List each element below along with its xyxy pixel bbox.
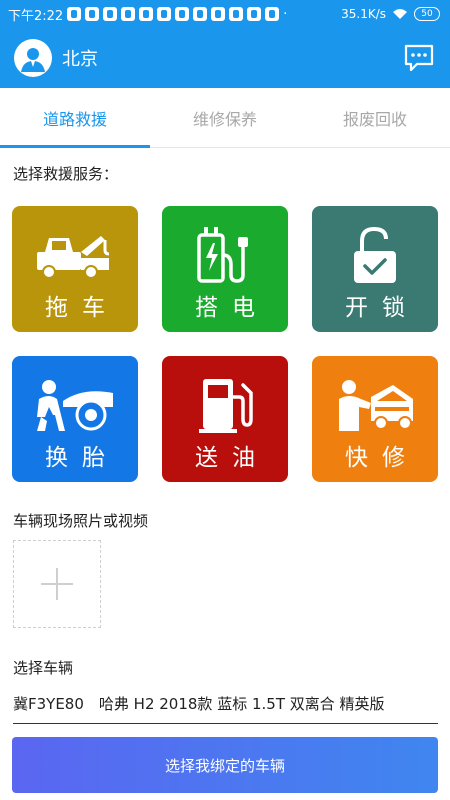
service-label: 拖车 (45, 295, 119, 321)
tiktok-icon (157, 7, 172, 21)
location-selector[interactable]: 北京 (14, 39, 98, 77)
unlock-icon (312, 222, 438, 288)
service-tow-button[interactable]: 拖车 (12, 206, 138, 332)
service-quick-repair-button[interactable]: 快修 (312, 356, 438, 482)
vehicle-title: 选择车辆 (13, 659, 74, 677)
wifi-icon (393, 9, 407, 19)
tab-road-rescue[interactable]: 道路救援 (0, 88, 150, 148)
service-label: 开锁 (345, 295, 419, 321)
tiktok-icon (67, 7, 82, 21)
service-tire-button[interactable]: 换胎 (12, 356, 138, 482)
tiktok-icon (229, 7, 244, 21)
tiktok-icon (211, 7, 226, 21)
dots-icon: · (283, 6, 288, 22)
tire-change-icon (12, 372, 138, 438)
mi-icon (139, 7, 154, 21)
pocket-icon (175, 7, 190, 21)
battery-indicator: 50 (414, 7, 440, 21)
status-time: 下午2:22 (8, 8, 64, 24)
tiktok-icon (193, 7, 208, 21)
service-label: 送油 (195, 445, 269, 471)
browser-icon (247, 7, 262, 21)
app-bar: 北京 (0, 28, 450, 88)
tab-maintenance[interactable]: 维修保养 (150, 88, 300, 147)
upload-media-button[interactable] (13, 540, 101, 628)
tab-scrap-recycle[interactable]: 报废回收 (300, 88, 450, 147)
city-label: 北京 (62, 49, 98, 70)
services-title: 选择救援服务： (13, 165, 119, 183)
mechanic-icon (312, 372, 438, 438)
category-tabs: 道路救援 维修保养 报废回收 (0, 88, 450, 148)
tiktok-icon (85, 7, 100, 21)
service-label: 快修 (345, 445, 419, 471)
status-bar: 下午2:22 · 35.1K/s 50 (0, 0, 450, 28)
tiktok-icon (121, 7, 136, 21)
select-bound-vehicle-button[interactable]: 选择我绑定的车辆 (12, 737, 438, 793)
battery-plug-icon (162, 222, 288, 288)
fuel-pump-icon (162, 372, 288, 438)
media-title: 车辆现场照片或视频 (13, 512, 149, 530)
service-unlock-button[interactable]: 开锁 (312, 206, 438, 332)
vehicle-field[interactable]: 冀F3YE80 哈弗 H2 2018款 蓝标 1.5T 双离合 精英版 (13, 684, 438, 724)
top-bar: 下午2:22 · 35.1K/s 50 北京 (0, 0, 450, 88)
service-jumpstart-button[interactable]: 搭电 (162, 206, 288, 332)
trash-icon (103, 7, 118, 21)
user-avatar-icon[interactable] (14, 39, 52, 77)
tow-truck-icon (12, 222, 138, 288)
chat-icon[interactable] (402, 41, 436, 75)
service-label: 搭电 (195, 295, 269, 321)
plus-icon (41, 568, 73, 600)
service-fuel-button[interactable]: 送油 (162, 356, 288, 482)
network-speed: 35.1K/s (341, 7, 386, 21)
tiktok-icon (265, 7, 280, 21)
service-label: 换胎 (45, 445, 119, 471)
